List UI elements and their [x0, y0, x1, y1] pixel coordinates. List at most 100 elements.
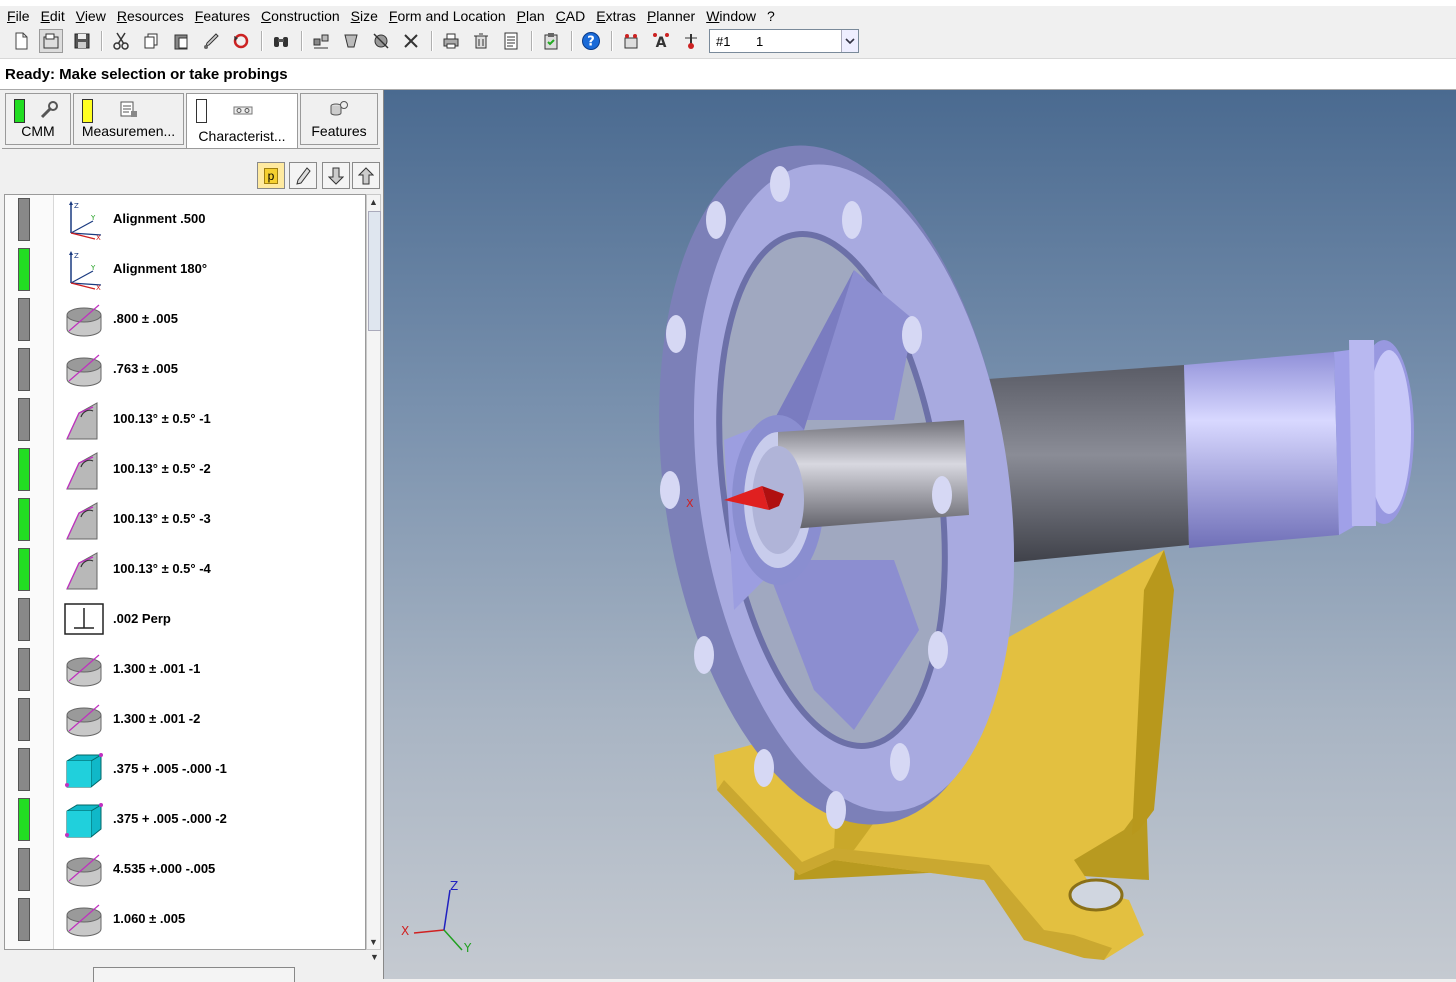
scrollbar-thumb[interactable]	[368, 211, 381, 331]
characteristic-label: 100.13° ± 0.5° -1	[113, 411, 211, 426]
menu-cad[interactable]: CAD	[551, 7, 592, 25]
status-indicator	[18, 598, 30, 641]
panel-bottom-button[interactable]	[93, 967, 295, 982]
characteristic-icon	[233, 106, 253, 115]
svg-text:Z: Z	[74, 202, 79, 210]
menu-construction[interactable]: Construction	[256, 7, 346, 25]
cylinder-diameter-icon	[66, 704, 102, 737]
open-icon[interactable]	[39, 29, 63, 53]
list-item[interactable]: 1.300 ± .001 -1	[5, 645, 365, 695]
shaft[interactable]	[974, 340, 1414, 565]
menu-form-and-location[interactable]: Form and Location	[384, 7, 512, 25]
delete-icon[interactable]	[469, 29, 493, 53]
scroll-up-icon[interactable]: ▲	[367, 195, 380, 209]
cmm-status-indicator	[14, 99, 25, 123]
status-indicator	[18, 348, 30, 391]
list-item[interactable]: .763 ± .005	[5, 345, 365, 395]
list-item[interactable]: 100.13° ± 0.5° -4	[5, 545, 365, 595]
axis-x-label: X	[401, 924, 409, 938]
list-item[interactable]: 4.535 +.000 -.005	[5, 845, 365, 895]
list-item[interactable]: .375 + .005 -.000 -1	[5, 745, 365, 795]
tools-icon[interactable]	[399, 29, 423, 53]
print-icon[interactable]	[439, 29, 463, 53]
list-item[interactable]: 100.13° ± 0.5° -3	[5, 495, 365, 545]
tab-characteristics-label: Characterist...	[198, 128, 286, 144]
menu-window[interactable]: Window	[701, 7, 762, 25]
menu-view[interactable]: View	[71, 7, 112, 25]
chevron-down-icon[interactable]	[841, 30, 858, 52]
tab-measurement[interactable]: Measuremen...	[73, 93, 184, 145]
probe-icon[interactable]	[199, 29, 223, 53]
list-item[interactable]: Z Y X Alignment 180°	[5, 245, 365, 295]
tab-cmm-label: CMM	[21, 123, 55, 139]
construct-icon[interactable]	[369, 29, 393, 53]
tab-features[interactable]: Features	[300, 93, 378, 145]
p-filter-button[interactable]: p	[257, 162, 285, 189]
list-item[interactable]: .800 ± .005	[5, 295, 365, 345]
move-up-button[interactable]	[352, 162, 380, 189]
tab-characteristics[interactable]: Characterist...	[186, 93, 298, 149]
angle-icon	[66, 552, 98, 590]
paste-icon[interactable]	[169, 29, 193, 53]
axis-y-label: Y	[463, 941, 472, 955]
svg-text:X: X	[96, 284, 101, 291]
menu-file[interactable]: File	[2, 7, 36, 25]
status-line: Ready: Make selection or take probings	[0, 59, 1456, 90]
save-icon[interactable]	[70, 29, 94, 53]
menu-resources[interactable]: Resources	[112, 7, 190, 25]
menu-extras[interactable]: Extras	[591, 7, 642, 25]
binoculars-icon[interactable]	[269, 29, 293, 53]
panel-scroll-down-icon[interactable]: ▼	[370, 952, 379, 962]
arrow-down-icon	[328, 167, 344, 185]
menu-plan[interactable]: Plan	[512, 7, 551, 25]
menu-edit[interactable]: Edit	[36, 7, 71, 25]
status-indicator	[18, 748, 30, 791]
text-icon[interactable]: A	[649, 29, 673, 53]
list-item[interactable]: 1.300 ± .001 -2	[5, 695, 365, 745]
cut-icon[interactable]	[109, 29, 133, 53]
status-indicator	[18, 198, 30, 241]
new-file-icon[interactable]	[9, 29, 33, 53]
cylinder-diameter-icon	[66, 654, 102, 687]
cad-viewport[interactable]: X X Z Y	[384, 90, 1456, 979]
tab-cmm[interactable]: CMM	[5, 93, 71, 145]
copy-icon[interactable]	[139, 29, 163, 53]
edit-button[interactable]	[289, 162, 317, 189]
toolbar: ? A #1 1	[0, 26, 1456, 59]
help-icon[interactable]: ?	[579, 29, 603, 53]
menu-size[interactable]: Size	[346, 7, 384, 25]
measurement-status-indicator	[82, 99, 93, 123]
list-item[interactable]: 1.060 ± .005	[5, 895, 365, 945]
feature-icon[interactable]	[339, 29, 363, 53]
svg-text:Z: Z	[74, 252, 79, 260]
list-item[interactable]: .002 Perp	[5, 595, 365, 645]
list-item[interactable]: .375 + .005 -.000 -2	[5, 795, 365, 845]
list-item[interactable]: 100.13° ± 0.5° -2	[5, 445, 365, 495]
list-item[interactable]: 100.13° ± 0.5° -1	[5, 395, 365, 445]
clipboard-icon[interactable]	[539, 29, 563, 53]
characteristics-list[interactable]: Z Y X Alignment .500 Z Y X Alignment 180° .800 ±…	[4, 194, 366, 950]
report-icon[interactable]	[499, 29, 523, 53]
menu-features[interactable]: Features	[190, 7, 256, 25]
menu-planner[interactable]: Planner	[642, 7, 701, 25]
characteristic-label: 100.13° ± 0.5° -4	[113, 561, 211, 576]
features-icon	[330, 101, 348, 116]
angle-icon	[66, 452, 98, 490]
program-start-icon[interactable]	[619, 29, 643, 53]
scroll-down-icon[interactable]: ▼	[367, 935, 380, 949]
list-scrollbar[interactable]: ▲ ▼	[366, 194, 381, 950]
status-indicator	[18, 448, 30, 491]
tab-measurement-label: Measuremen...	[81, 123, 176, 139]
undo-icon[interactable]	[229, 29, 253, 53]
list-item[interactable]: Z Y X Alignment .500	[5, 195, 365, 245]
program-select[interactable]: #1 1	[709, 29, 859, 53]
characteristic-label: 1.300 ± .001 -2	[113, 711, 201, 726]
probe-settings-icon[interactable]	[679, 29, 703, 53]
move-down-button[interactable]	[322, 162, 350, 189]
align-icon[interactable]	[309, 29, 333, 53]
pencil-icon	[296, 166, 311, 185]
left-panel: CMM Measuremen... Characterist... Featur…	[0, 90, 384, 982]
program-select-value2: 1	[756, 34, 764, 49]
cad-model[interactable]: X X Z Y	[384, 90, 1456, 979]
menu-help[interactable]: ?	[762, 7, 781, 25]
